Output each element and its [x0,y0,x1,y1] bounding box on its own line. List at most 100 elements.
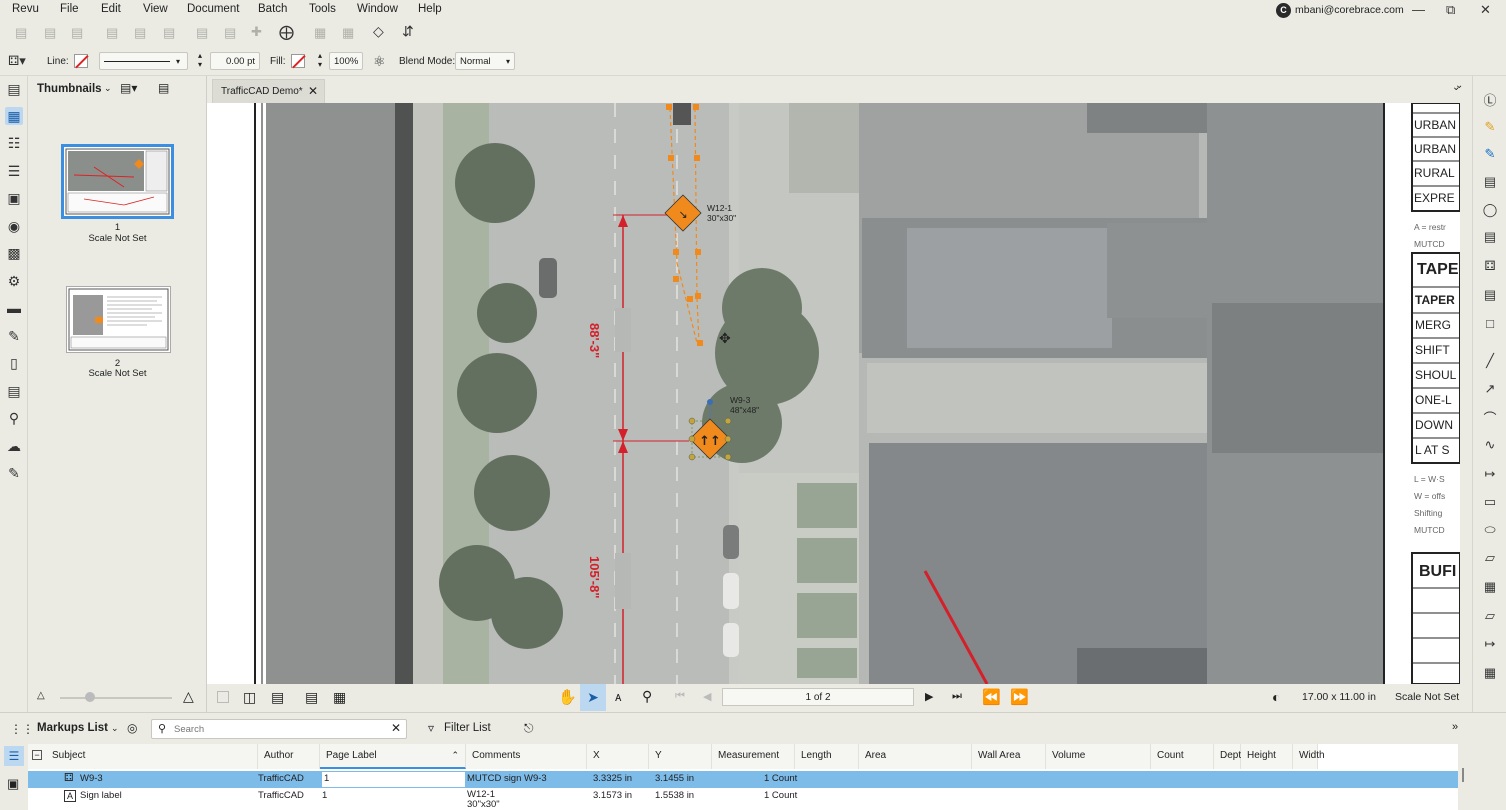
center-icon[interactable]: ✚ [251,24,262,40]
column-header-y[interactable]: Y [649,744,712,769]
studio-icon[interactable]: ☁ [5,437,23,455]
cube-icon[interactable]: ▣ [7,776,19,792]
ellipse-icon[interactable]: ⬭ [1481,521,1499,539]
measure-length-icon[interactable]: ↦ [1481,635,1499,653]
collapse-all-icon[interactable]: − [32,750,42,760]
polyline-icon[interactable]: ∿ [1481,436,1499,454]
align-middle-icon[interactable]: ▤ [134,25,146,41]
panel-menu-icon[interactable]: ⋮⋮ [10,722,34,736]
thumbnail-page-2[interactable] [66,286,171,353]
menu-revu[interactable]: Revu [12,3,39,15]
text-select-icon[interactable]: ᴀ [615,689,621,704]
pen-icon[interactable]: ✎ [1481,145,1499,163]
bookmarks-icon[interactable]: ☷ [5,134,23,152]
menu-document[interactable]: Document [187,3,239,15]
align-bottom-icon[interactable]: ▤ [163,25,175,41]
rectangle-icon[interactable]: ▭ [1481,493,1499,511]
settings-icon[interactable]: ⚙ [5,272,23,290]
menu-file[interactable]: File [60,3,79,15]
line-width-stepper[interactable]: ▴ ▾ [198,51,202,69]
stamp-tool-icon[interactable]: ⚃ [1481,257,1499,275]
markups-chevron-down-icon[interactable]: ⌄ [111,723,119,734]
measurements-icon[interactable]: ▬ [5,299,23,317]
single-page-icon[interactable] [217,691,229,703]
align-left-icon[interactable]: ▤ [15,25,27,41]
user-account[interactable]: C mbani@corebrace.com [1276,2,1404,18]
thumbnail-size-icon[interactable]: ▤▾ [120,81,137,95]
align-top-icon[interactable]: ▤ [106,25,118,41]
polygon-icon[interactable]: ▱ [1481,549,1499,567]
line-width-input[interactable]: 0.00 pt [210,52,260,70]
filter-icon[interactable]: ▿ [428,721,434,735]
column-header-count[interactable]: Count [1151,744,1214,769]
stamp-icon[interactable]: ⚃▾ [8,53,26,69]
properties-icon[interactable]: ◉ [5,217,23,235]
last-page-icon[interactable]: ⏭ [952,690,962,703]
text-box-icon[interactable]: Ⓛ [1481,90,1499,108]
callout-icon[interactable]: ▤ [1481,173,1499,191]
tag-icon[interactable]: ▯ [5,354,23,372]
measure-count-icon[interactable]: ▦ [1481,664,1499,682]
close-tab-icon[interactable]: ✕ [308,84,318,98]
column-header-height[interactable]: Height [1241,744,1293,769]
dimension-icon[interactable]: ↦ [1481,465,1499,483]
note-icon[interactable]: ▤ [1481,228,1499,246]
line-style-dropdown[interactable]: ▾ [99,52,188,70]
toolchest-icon[interactable]: ▣ [5,189,23,207]
column-header-author[interactable]: Author [258,744,320,769]
image-icon[interactable]: ▤ [1481,286,1499,304]
menu-tools[interactable]: Tools [309,3,336,15]
column-header-length[interactable]: Length [795,744,859,769]
links-icon[interactable]: ▤ [5,382,23,400]
pan-tool-icon[interactable]: ✋ [558,688,577,706]
flip-horizontal-icon[interactable]: ◇ [373,23,384,40]
thumbnail-options-icon[interactable]: ▤ [158,81,169,95]
column-header-page-label[interactable]: Page Label ⌃ [320,744,466,769]
blend-mode-dropdown[interactable]: Normal ▾ [455,52,515,70]
table-row[interactable]: ⚃ W9-3 TrafficCAD 1 MUTCD sign W9-3 3.33… [28,771,1458,788]
arrow-icon[interactable]: ↗ [1481,380,1499,398]
align-right-icon[interactable]: ▤ [71,25,83,41]
target-icon[interactable]: ⨁ [279,23,294,41]
expand-panel-icon[interactable]: » [1452,721,1458,733]
forward-view-icon[interactable]: ⏩ [1010,688,1029,706]
thumbnail-page-1[interactable] [61,144,174,219]
page-number-input[interactable]: 1 of 2 [722,688,914,706]
row-page-label[interactable]: 1 [322,772,465,787]
select-tool-icon[interactable]: ➤ [580,684,606,711]
measure-polygon-icon[interactable]: ▱ [1481,607,1499,625]
measure-area-icon[interactable]: ▦ [1481,578,1499,596]
column-header-volume[interactable]: Volume [1046,744,1151,769]
distribute-horizontal-icon[interactable]: ▤ [196,25,208,41]
ungroup-icon[interactable]: ▦ [342,25,354,41]
export-icon[interactable]: ⎋ [524,721,534,736]
column-header-measurement[interactable]: Measurement [712,744,795,769]
column-header-subject[interactable]: − Subject [28,744,258,769]
highlight-icon[interactable]: ✎ [1481,118,1499,136]
thumbnail-size-slider[interactable] [60,697,172,699]
markups-search-field[interactable]: ⚲ ✕ [151,719,407,739]
minimize-icon[interactable]: — [1412,2,1425,17]
column-header-wall-area[interactable]: Wall Area [972,744,1046,769]
thumbnails-menu-chevron-icon[interactable]: ⌄ [104,83,112,94]
column-header-depth[interactable]: Depth [1214,744,1247,769]
slider-handle[interactable] [85,692,95,702]
large-thumb-icon[interactable]: △ [183,688,194,705]
first-page-icon[interactable]: ⏮ [675,690,685,703]
thumbnails-icon[interactable]: ▦ [5,107,23,125]
tab-trafficcad-demo[interactable]: TrafficCAD Demo* ✕ [212,79,325,103]
file-access-icon[interactable]: ▤ [5,80,23,98]
column-header-width[interactable]: Width [1293,744,1325,769]
distribute-vertical-icon[interactable]: ▤ [224,25,236,41]
table-row[interactable]: A Sign label TrafficCAD 1 W12-1 30"x30" … [28,788,1458,810]
sets-icon[interactable]: ▩ [5,244,23,262]
search-input[interactable] [174,722,374,736]
opacity-input[interactable]: 100% [329,52,363,70]
document-canvas[interactable]: ↘ ↑↑ ✥ W12-1 30"x30" W9-3 48"x48" 88'-3"… [207,103,1460,684]
column-header-comments[interactable]: Comments [466,744,587,769]
scale-readout[interactable]: Scale Not Set [1395,691,1459,703]
list-view-icon[interactable]: ☰ [4,746,24,766]
column-header-area[interactable]: Area [859,744,972,769]
blend-icon[interactable]: ⚛ [373,53,386,70]
menu-help[interactable]: Help [418,3,442,15]
